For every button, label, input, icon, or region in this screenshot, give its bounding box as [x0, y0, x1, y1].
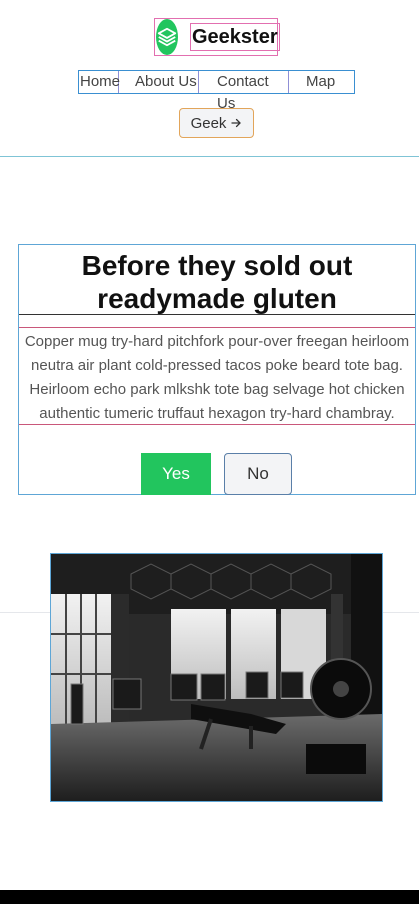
layers-icon — [156, 19, 178, 55]
no-button[interactable]: No — [224, 453, 292, 495]
arrow-right-icon — [231, 118, 242, 128]
nav-map[interactable]: Map — [289, 71, 339, 93]
yes-button[interactable]: Yes — [141, 453, 211, 495]
geek-button-label: Geek — [190, 114, 227, 132]
nav-contact-us[interactable]: Contact Us — [199, 71, 289, 112]
brand-name: Geekster — [190, 23, 280, 51]
footer-bar — [0, 890, 419, 904]
site-header: Geekster Home About Us Contact Us Map Ge… — [0, 0, 419, 157]
card-title: Before they sold out readymade gluten — [19, 245, 415, 315]
gym-photo — [50, 553, 383, 802]
geek-button[interactable]: Geek — [179, 108, 254, 138]
brand[interactable]: Geekster — [154, 18, 280, 56]
card-actions: Yes No — [141, 453, 292, 495]
nav-about-us[interactable]: About Us — [119, 71, 199, 93]
card-text: Copper mug try-hard pitchfork pour-over … — [19, 327, 415, 425]
nav-home[interactable]: Home — [79, 71, 120, 93]
feature-card: Before they sold out readymade gluten Co… — [18, 244, 416, 495]
main-nav: Home About Us Contact Us Map — [78, 70, 355, 112]
